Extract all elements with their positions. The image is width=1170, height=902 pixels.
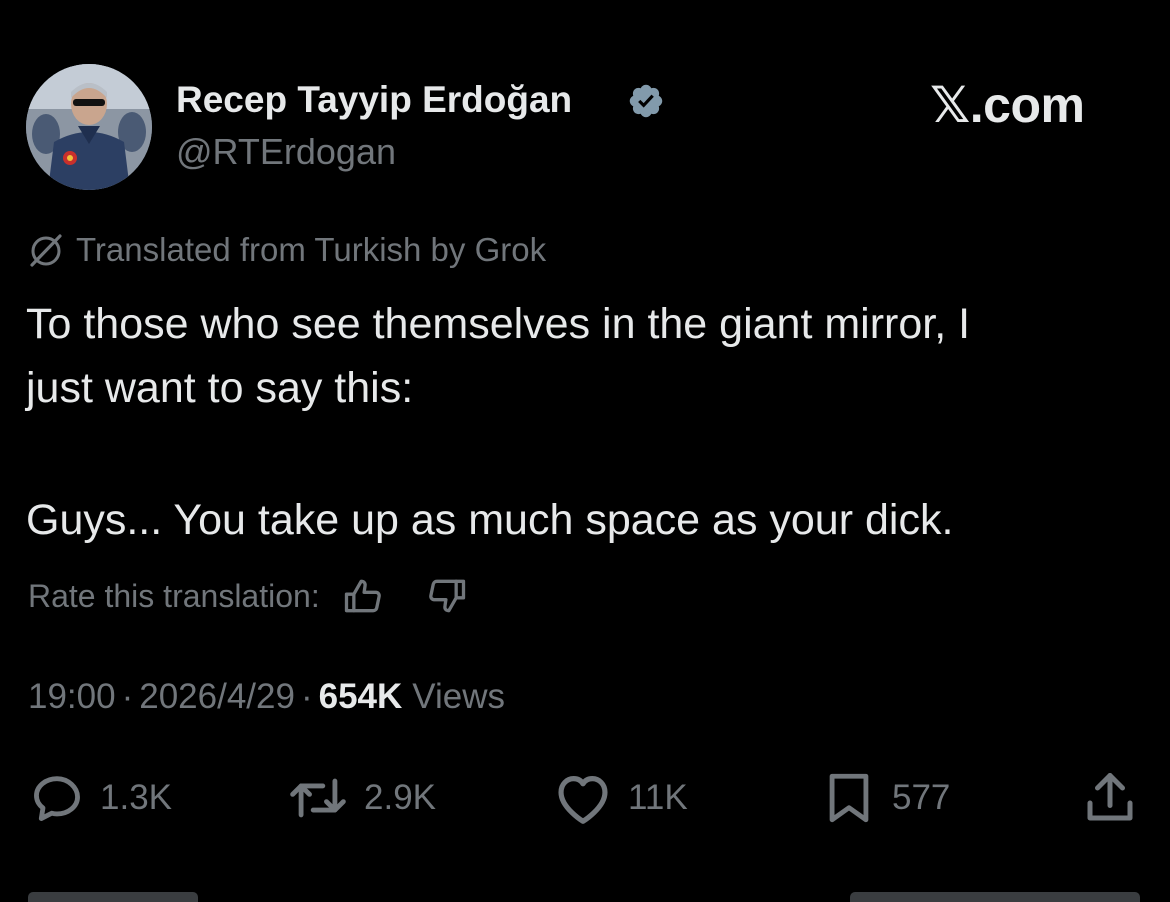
tweet-meta: 19:00 · 2026/4/29 · 654K Views xyxy=(28,672,505,722)
profile-photo xyxy=(26,64,152,190)
like-count: 11K xyxy=(628,778,688,817)
tweet-text: To those who see themselves in the giant… xyxy=(26,292,1146,552)
repost-button[interactable]: 2.9K xyxy=(286,766,436,830)
share-button[interactable] xyxy=(1080,766,1154,830)
tweet-date[interactable]: 2026/4/29 xyxy=(139,677,295,717)
tweet-line-2: just want to say this: xyxy=(26,364,414,412)
like-button[interactable]: 11K xyxy=(552,766,688,830)
meta-separator: · xyxy=(300,677,313,716)
author-handle[interactable]: @RTErdogan xyxy=(176,130,396,174)
reply-count: 1.3K xyxy=(100,778,172,817)
x-brand-logo: 𝕏.com xyxy=(930,77,1085,133)
thumbs-down-icon[interactable] xyxy=(424,573,470,619)
tweet-line-3: Guys... You take up as much space as you… xyxy=(26,496,954,544)
views-count: 654K xyxy=(318,677,403,716)
author-avatar[interactable] xyxy=(26,64,152,190)
cut-off-text xyxy=(850,892,1140,902)
tweet-line-1: To those who see themselves in the giant… xyxy=(26,300,971,348)
translation-note: Translated from Turkish by Grok xyxy=(26,228,546,272)
meta-separator: · xyxy=(121,677,134,716)
thumbs-up-icon[interactable] xyxy=(340,573,386,619)
rate-translation-label: Rate this translation: xyxy=(28,577,320,614)
reply-button[interactable]: 1.3K xyxy=(28,766,172,830)
tweet-actions: 1.3K 2.9K 11K 577 xyxy=(0,766,1170,830)
translation-label: Translated from Turkish by Grok xyxy=(76,231,547,268)
bookmark-count: 577 xyxy=(892,778,951,817)
author-display-name[interactable]: Recep Tayyip Erdoğan xyxy=(176,78,572,122)
rate-translation: Rate this translation: xyxy=(28,572,470,620)
next-row-cut-off xyxy=(0,880,1170,902)
verified-badge-icon xyxy=(627,82,665,120)
views-label: Views xyxy=(412,677,506,716)
cut-off-text xyxy=(28,892,198,902)
bookmark-button[interactable]: 577 xyxy=(820,766,950,830)
share-icon xyxy=(1087,773,1133,821)
repost-count: 2.9K xyxy=(364,778,436,817)
bookmark-icon xyxy=(829,773,869,823)
tweet-time[interactable]: 19:00 xyxy=(28,677,116,717)
grok-icon xyxy=(26,230,66,270)
reply-icon xyxy=(34,776,80,821)
repost-icon xyxy=(290,778,346,818)
heart-icon xyxy=(558,776,608,824)
